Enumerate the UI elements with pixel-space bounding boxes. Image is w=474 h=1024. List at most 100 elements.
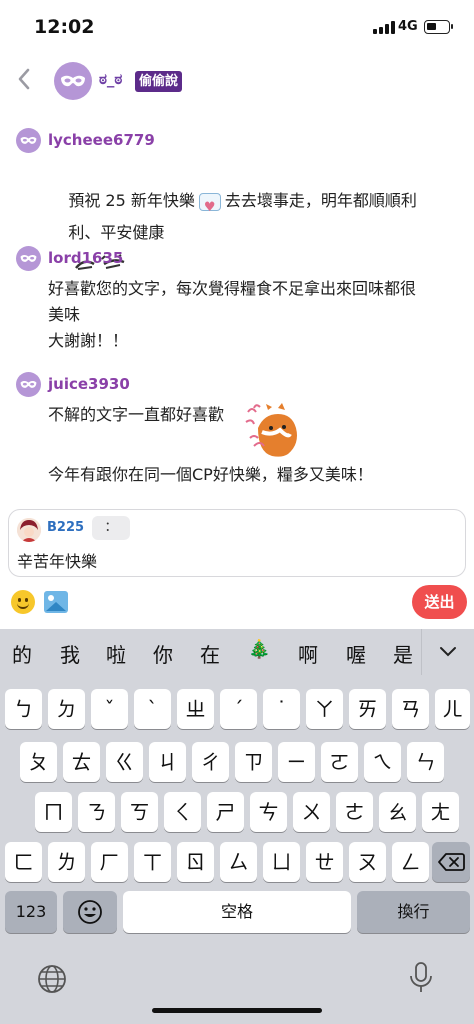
signal-icon [373,21,395,34]
key[interactable]: ㄈ [5,842,42,882]
key[interactable]: ㄗ [235,742,272,782]
send-button[interactable]: 送出 [412,585,467,619]
key[interactable]: ㄐ [149,742,186,782]
candidate-word[interactable]: 的 [12,639,32,668]
home-indicator [152,1008,322,1013]
composer-toolbar: 送出 [0,582,474,626]
message-input[interactable]: 辛苦年快樂 [17,548,97,572]
message-username[interactable]: lord1635 [48,249,123,267]
key[interactable]: ㄏ [91,842,128,882]
mask-avatar[interactable] [16,128,41,153]
collapse-candidates-button[interactable] [421,629,474,675]
key[interactable]: ㄞ [349,689,386,729]
key[interactable]: ㄅ [5,689,42,729]
candidate-word[interactable]: 啊 [298,639,318,668]
key[interactable]: ˋ [134,689,171,729]
key[interactable]: ㄥ [392,842,429,882]
space-key[interactable]: 空格 [123,891,351,933]
globe-button[interactable] [36,963,68,999]
candidate-word[interactable]: 我 [60,639,80,668]
anonymous-badge: 偷偷說 [135,71,183,92]
key[interactable]: ㄝ [306,842,343,882]
chevron-down-icon [440,647,456,657]
key[interactable]: ㄓ [177,689,214,729]
key[interactable]: ㄍ [106,742,143,782]
status-time: 12:02 [34,16,95,38]
candidate-bar: 的 我 啦 你 在 🎄 啊 喔 是 [0,629,474,675]
key[interactable]: ㄆ [20,742,57,782]
message-line: 利、平安健康 [68,223,165,242]
message-username[interactable]: juice3930 [48,375,130,393]
candidate-word[interactable]: 喔 [346,639,366,668]
key[interactable]: ㄋ [78,792,115,832]
key[interactable]: ㄛ [321,742,358,782]
key[interactable]: ㄉ [48,689,85,729]
image-icon[interactable] [44,591,68,613]
backspace-button[interactable] [432,842,470,882]
status-bar: 12:02 4G [0,0,474,56]
mask-icon [20,381,37,388]
key[interactable]: ㄖ [177,842,214,882]
key[interactable]: ㄤ [422,792,459,832]
reply-composer[interactable]: B225 ： 辛苦年快樂 [8,509,466,577]
dictation-button[interactable] [408,960,434,1000]
key[interactable]: ㄩ [263,842,300,882]
key[interactable]: ㄑ [164,792,201,832]
candidate-word[interactable]: 啦 [106,639,126,668]
zhuyin-keyboard: 的 我 啦 你 在 🎄 啊 喔 是 ㄅ ㄉ ˇ ˋ ㄓ ˊ ˙ ㄚ ㄞ ㄢ ㄦ … [0,629,474,1024]
globe-icon [38,965,66,993]
mask-avatar[interactable] [16,372,41,397]
chat-title: ಠ_ಠ [99,70,123,88]
key[interactable]: ㄢ [392,689,429,729]
candidate-emoji[interactable]: 🎄 [248,639,270,660]
return-key[interactable]: 換行 [357,891,470,933]
battery-icon [424,20,453,34]
key[interactable]: ㄕ [207,792,244,832]
mask-avatar[interactable] [54,62,92,100]
key[interactable]: ㄘ [250,792,287,832]
key[interactable]: ˙ [263,689,300,729]
reply-user-avatar [17,518,41,542]
message-username[interactable]: lycheee6779 [48,131,155,149]
fox-sticker-icon [245,403,297,457]
user-avatar-icon [17,518,41,542]
reply-username[interactable]: B225 [47,520,84,535]
key[interactable]: ㄨ [293,792,330,832]
numbers-key[interactable]: 123 [5,891,57,933]
mask-icon [20,137,37,144]
mask-icon [61,75,85,87]
back-button[interactable] [14,64,38,98]
chevron-left-icon [18,68,30,90]
key[interactable]: ㄣ [407,742,444,782]
candidate-word[interactable]: 在 [200,639,220,668]
candidate-word[interactable]: 是 [393,639,413,668]
key[interactable]: ㄎ [121,792,158,832]
key[interactable]: ㄧ [278,742,315,782]
message-line: 去去壞事走，明年都順順利 [224,191,417,210]
emoji-keyboard-button[interactable] [63,891,117,933]
key[interactable]: ㄒ [134,842,171,882]
microphone-icon [410,962,432,992]
key[interactable]: ㄜ [336,792,373,832]
key[interactable]: ㄦ [435,689,470,729]
candidate-word[interactable]: 你 [153,639,173,668]
key[interactable]: ㄊ [63,742,100,782]
key[interactable]: ㄙ [220,842,257,882]
emoji-icon[interactable] [11,590,35,614]
key[interactable]: ˇ [91,689,128,729]
key[interactable]: ㄚ [306,689,343,729]
key[interactable]: ㄔ [192,742,229,782]
key[interactable]: ㄟ [364,742,401,782]
emoji-keyboard-icon [78,900,102,924]
key[interactable]: ㄠ [379,792,416,832]
key[interactable]: ㄇ [35,792,72,832]
heart-message-sticker-icon [198,192,221,223]
mask-avatar[interactable] [16,246,41,271]
key[interactable]: ㄡ [349,842,386,882]
backspace-icon [438,853,465,871]
message-line: 不解的文字一直都好喜歡 [48,405,225,424]
key[interactable]: ㄌ [48,842,85,882]
message-line: 大謝謝！！ [48,331,129,350]
key[interactable]: ˊ [220,689,257,729]
message-line: 今年有跟你在同一個CP好快樂，糧多又美味！ [48,465,373,484]
